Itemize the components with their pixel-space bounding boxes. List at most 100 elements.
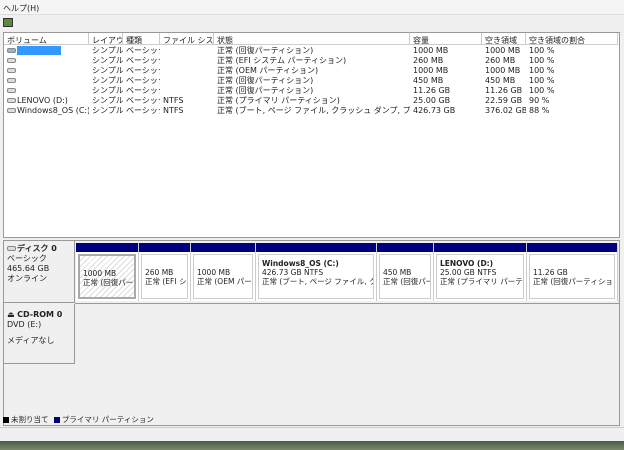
disk0-name: ディスク 0 [17,244,57,253]
partition-title [145,259,184,268]
cell-pct: 100 % [529,56,555,65]
volume-list[interactable]: ボリュームレイアウト種類ファイル システム状態容量空き領域空き領域の割合シンプル… [3,32,620,238]
partition-status: 正常 (プライマリ パーティション) [440,277,523,286]
cell-layout: シンプル [92,106,123,115]
column-header[interactable]: 種類 [123,33,160,45]
table-row[interactable]: シンプルベーシック 正常 (OEM パーティション) 1000 MB 1000 MB 1… [4,66,619,76]
partition-body: 450 MB 正常 (回復パーティション) [379,254,431,299]
partition-type-bar [434,243,526,252]
column-header[interactable]: ボリューム [4,33,89,45]
cell-status: 正常 (回復パーティション) [217,46,314,55]
partition-block[interactable]: LENOVO (D:) 25.00 GB NTFS 正常 (プライマリ パーティ… [434,243,527,301]
partition-status: 正常 (回復パーティション) [83,278,134,287]
cell-type: ベーシック [126,46,160,55]
cell-pct: 100 % [529,66,555,75]
volume-icon [7,88,16,93]
menu-help[interactable]: ヘルプ(H) [3,4,39,13]
cell-free: 450 MB [485,76,516,85]
table-row[interactable]: シンプルベーシック 正常 (回復パーティション) 450 MB 450 MB 100 % [4,76,619,86]
cell-pct: 90 % [529,96,550,105]
disk0-type: ベーシック [7,254,47,263]
cell-status: 正常 (OEM パーティション) [217,66,319,75]
volume-icon [7,58,16,63]
partition-body: 1000 MB 正常 (OEM パーティション) [193,254,253,299]
volume-name [17,46,61,55]
cell-free: 1000 MB [485,46,521,55]
cdrom0-name: CD-ROM 0 [17,310,63,319]
column-header[interactable]: 空き領域 [482,33,526,45]
unallocated-swatch [3,417,9,423]
table-row[interactable]: LENOVO (D:) シンプルベーシックNTFS 正常 (プライマリ パーティショ… [4,96,619,106]
column-header[interactable]: 状態 [214,33,410,45]
status-bar [0,427,624,441]
partition-status: 正常 (ブート, ページ ファイル, クラッシュ ダンプ, プライマリ パーティ… [262,277,373,286]
partition-body: Windows8_OS (C:) 426.73 GB NTFS 正常 (ブート,… [258,254,374,299]
volume-icon [7,48,16,53]
column-header[interactable]: レイアウト [89,33,123,45]
cell-free: 260 MB [485,56,516,65]
partition-body: LENOVO (D:) 25.00 GB NTFS 正常 (プライマリ パーティ… [436,254,524,299]
partition-title: LENOVO (D:) [440,259,494,268]
cell-capacity: 25.00 GB [413,96,451,105]
partition-title [383,259,427,268]
partition-block[interactable]: 11.26 GB 正常 (回復パーティション) [527,243,618,301]
cell-volume [4,76,89,86]
legend-primary: プライマリ パーティション [61,415,154,424]
cell-free: 1000 MB [485,66,521,75]
cell-volume [4,56,89,66]
partition-block[interactable]: Windows8_OS (C:) 426.73 GB NTFS 正常 (ブート,… [256,243,377,301]
volume-name: LENOVO (D:) [17,96,68,105]
cell-layout: シンプル [92,66,123,75]
volume-name: Windows8_OS (C:) [17,106,89,115]
cell-capacity: 450 MB [413,76,444,85]
column-header[interactable]: ファイル システム [160,33,214,45]
disk0-label[interactable]: ディスク 0 ベーシック 465.64 GB オンライン [4,241,75,303]
table-row[interactable]: シンプルベーシック 正常 (回復パーティション) 1000 MB 1000 MB 100… [4,46,619,56]
column-header[interactable]: 空き領域の割合 [526,33,618,45]
partition-size: 25.00 GB NTFS [440,268,497,277]
cell-free: 11.26 GB [485,86,523,95]
cell-type: ベーシック [126,76,160,85]
partition-block[interactable]: 450 MB 正常 (回復パーティション) [377,243,434,301]
cell-fs [160,76,214,86]
toolbar [0,15,624,31]
cell-capacity: 1000 MB [413,46,449,55]
cell-free: 376.02 GB [485,106,526,115]
partition-block[interactable]: 1000 MB 正常 (OEM パーティション) [191,243,256,301]
table-row[interactable]: Windows8_OS (C:)シンプルベーシックNTFS 正常 (ブート, ペー… [4,106,619,116]
table-row[interactable]: シンプルベーシック 正常 (回復パーティション) 11.26 GB 11.26 GB 1… [4,86,619,96]
volume-icon [7,98,16,103]
cell-capacity: 11.26 GB [413,86,451,95]
partition-title [197,259,249,268]
partition-title [83,260,131,269]
taskbar [0,441,624,450]
cell-type: ベーシック [126,106,160,115]
partition-block[interactable]: 1000 MB 正常 (回復パーティション) [76,243,139,301]
cell-volume: LENOVO (D:) [4,96,89,106]
cell-volume: Windows8_OS (C:) [4,106,89,116]
cell-pct: 100 % [529,86,555,95]
partition-size: 450 MB [383,268,412,277]
cell-fs: NTFS [163,96,184,105]
cell-type: ベーシック [126,96,160,105]
toolbar-disk-icon[interactable] [3,18,13,27]
cell-volume [4,86,89,96]
column-header[interactable]: 容量 [410,33,482,45]
partition-body: 11.26 GB 正常 (回復パーティション) [529,254,615,299]
cell-type: ベーシック [126,86,160,95]
table-row[interactable]: シンプルベーシック 正常 (EFI システム パーティション) 260 MB 260 … [4,56,619,66]
cell-status: 正常 (プライマリ パーティション) [217,96,340,105]
cdrom0-label[interactable]: ⏏ CD-ROM 0 DVD (E:) メディアなし [4,304,75,364]
partition-type-bar [377,243,433,252]
partition-type-bar [191,243,255,252]
legend-unallocated: 未割り当て [11,415,49,424]
partition-block[interactable]: 260 MB 正常 (EFI システム パーティション) [139,243,191,301]
cell-status: 正常 (ブート, ページ ファイル, クラッシュ ダンプ, プライマリ パーティ… [217,106,410,115]
disk-icon [7,246,16,251]
cdrom0-drive: DVD (E:) [7,320,42,329]
cell-type: ベーシック [126,56,160,65]
disk-graphical-view: ディスク 0 ベーシック 465.64 GB オンライン 1000 MB 正常 … [3,240,620,426]
cell-fs [160,46,214,56]
cell-capacity: 260 MB [413,56,444,65]
partition-body: 260 MB 正常 (EFI システム パーティション) [141,254,188,299]
